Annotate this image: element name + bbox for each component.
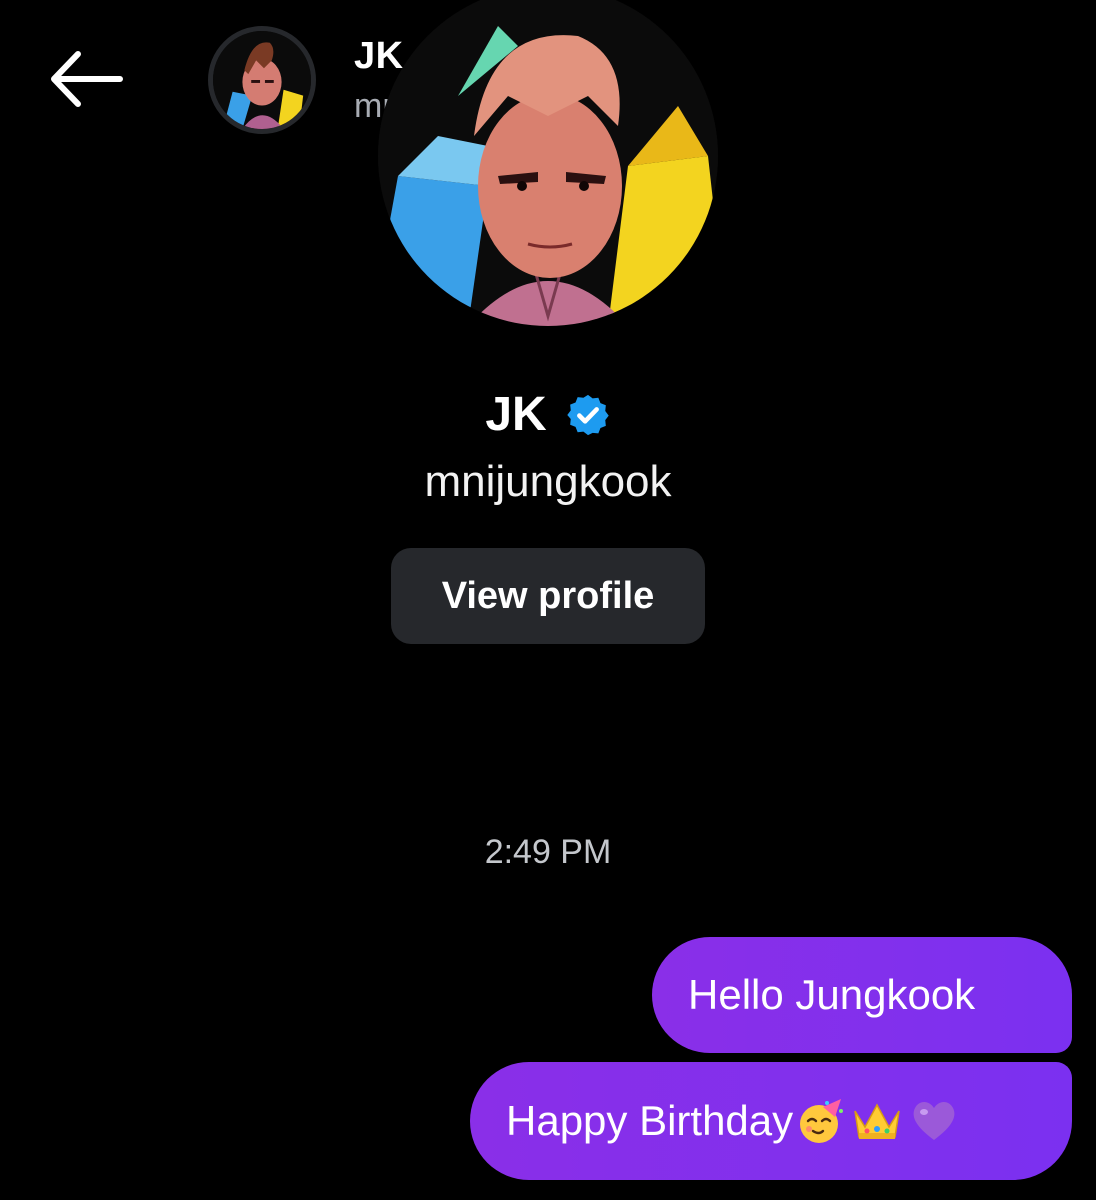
message-timestamp: 2:49 PM: [484, 833, 612, 871]
message-text: Hello Jungkook: [688, 971, 976, 1018]
profile-picture[interactable]: [378, 0, 718, 326]
verified-badge-icon: [565, 392, 611, 438]
back-button[interactable]: [46, 48, 124, 110]
avatar-image: [213, 31, 311, 129]
profile-image: [378, 0, 718, 326]
crown-emoji: [854, 1103, 900, 1139]
header-avatar[interactable]: [208, 26, 316, 134]
partying-face-emoji: [800, 1099, 844, 1143]
message-text: Happy Birthday: [506, 1097, 794, 1144]
view-profile-button[interactable]: View profile: [391, 548, 705, 644]
profile-name-row: JK: [0, 384, 1096, 446]
header-display-name: JK: [354, 35, 404, 77]
emoji-row: [797, 1097, 959, 1145]
profile-handle: mnijungkook: [424, 457, 672, 506]
purple-heart-emoji: [913, 1102, 955, 1140]
message-bubble[interactable]: Hello Jungkook: [652, 937, 1072, 1053]
message-bubble[interactable]: Happy Birthday: [470, 1062, 1072, 1180]
arrow-left-icon: [51, 51, 123, 107]
profile-display-name: JK: [485, 388, 547, 441]
